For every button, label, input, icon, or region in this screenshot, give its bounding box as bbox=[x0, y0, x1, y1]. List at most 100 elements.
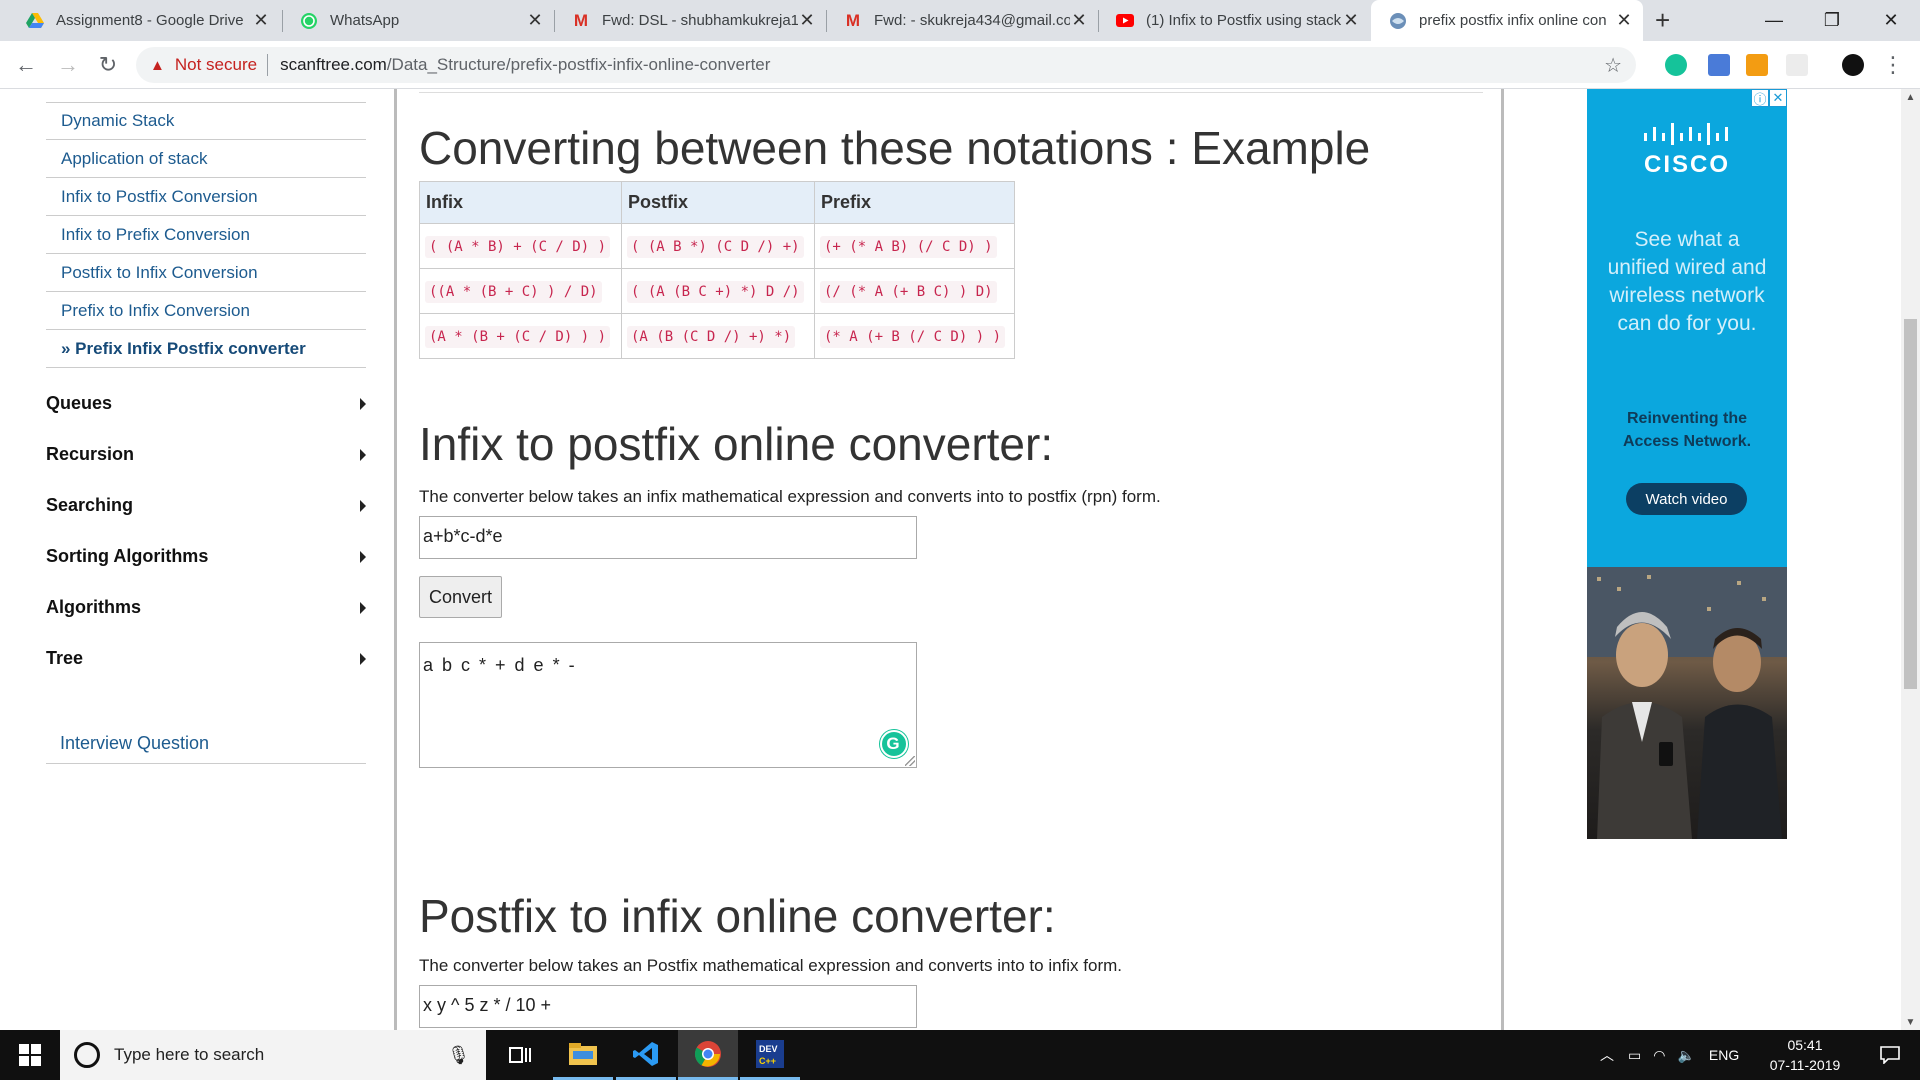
close-tab-icon[interactable]: ✕ bbox=[526, 10, 544, 31]
picker-extension-icon[interactable] bbox=[1708, 54, 1730, 76]
sidebar-item-dynamic-stack[interactable]: Dynamic Stack bbox=[46, 102, 366, 140]
tab-google-drive[interactable]: Assignment8 - Google Drive ✕ bbox=[8, 0, 280, 41]
volume-icon[interactable]: 🔈 bbox=[1677, 1047, 1694, 1064]
taskbar-search-placeholder: Type here to search bbox=[114, 1045, 265, 1064]
minimize-icon[interactable]: — bbox=[1745, 0, 1803, 41]
notation-table: Infix Postfix Prefix ( (A * B) + (C / D)… bbox=[419, 181, 1015, 359]
chrome-icon[interactable] bbox=[678, 1030, 738, 1080]
sidebar-menu-searching[interactable]: Searching bbox=[46, 480, 366, 531]
main-content: Converting between these notations : Exa… bbox=[394, 89, 1504, 1030]
ad-copy: See what a unified wired and wireless ne… bbox=[1587, 226, 1787, 338]
new-tab-icon[interactable]: + bbox=[1655, 5, 1670, 36]
sidebar-interview-question[interactable]: Interview Question bbox=[46, 724, 366, 764]
sidebar-item-infix-to-postfix[interactable]: Infix to Postfix Conversion bbox=[46, 178, 366, 216]
page-scrollbar[interactable]: ▲ ▼ bbox=[1901, 89, 1920, 1030]
notifications-icon[interactable] bbox=[1860, 1030, 1920, 1080]
battery-icon[interactable]: ▭ bbox=[1628, 1047, 1641, 1064]
wifi-icon[interactable]: ◠ bbox=[1653, 1047, 1665, 1064]
menu-kebab-icon[interactable]: ⋮ bbox=[1877, 49, 1909, 81]
windows-taskbar: Type here to search 🎙 DEV C++ ︿ ▭ ◠ 🔈 ENG… bbox=[0, 1030, 1920, 1080]
back-icon[interactable]: ← bbox=[10, 49, 42, 81]
language-indicator[interactable]: ENG bbox=[1709, 1047, 1739, 1063]
scroll-up-icon[interactable]: ▲ bbox=[1901, 89, 1920, 105]
browser-toolbar: ← → ↻ ▲ Not secure scanftree.com/Data_St… bbox=[0, 41, 1920, 89]
sidebar-menu-algorithms[interactable]: Algorithms bbox=[46, 582, 366, 633]
resize-handle-icon[interactable] bbox=[905, 756, 915, 766]
system-tray: ︿ ▭ ◠ 🔈 ENG bbox=[1600, 1030, 1739, 1080]
microphone-icon[interactable]: 🎙 bbox=[447, 1045, 470, 1066]
postfix-output-textarea[interactable]: a b c * + d e * - G bbox=[419, 642, 917, 768]
devcpp-icon[interactable]: DEV C++ bbox=[740, 1030, 800, 1080]
table-cell: (/ (* A (+ B C) ) D) bbox=[814, 268, 1015, 314]
caret-right-icon bbox=[360, 449, 366, 461]
youtube-icon bbox=[1116, 12, 1134, 30]
menu-label: Sorting Algorithms bbox=[46, 546, 209, 566]
sidebar-item-postfix-to-infix[interactable]: Postfix to Infix Conversion bbox=[46, 254, 366, 292]
sidebar-item-infix-to-prefix[interactable]: Infix to Prefix Conversion bbox=[46, 216, 366, 254]
windows-start-icon[interactable] bbox=[0, 1030, 60, 1080]
infix-expression-input[interactable]: a+b*c-d*e bbox=[419, 516, 917, 559]
ad-info-icon[interactable]: ⓘ bbox=[1751, 89, 1769, 107]
tab-gmail-fwd[interactable]: M Fwd: - skukreja434@gmail.co ✕ bbox=[826, 0, 1098, 41]
profile-avatar[interactable] bbox=[1842, 54, 1864, 76]
address-bar[interactable]: ▲ Not secure scanftree.com/Data_Structur… bbox=[136, 47, 1636, 83]
postfix-expression-input[interactable]: x y ^ 5 z * / 10 + bbox=[419, 985, 917, 1028]
sidebar-menu-queues[interactable]: Queues bbox=[46, 378, 366, 429]
ad-tagline-line: Access Network. bbox=[1622, 433, 1752, 450]
menu-label: Tree bbox=[46, 648, 84, 668]
ad-close-icon[interactable]: ✕ bbox=[1769, 89, 1787, 107]
ad-choices[interactable]: ⓘ ✕ bbox=[1751, 89, 1787, 107]
scrollbar-thumb[interactable] bbox=[1904, 319, 1917, 689]
tab-whatsapp[interactable]: WhatsApp ✕ bbox=[282, 0, 554, 41]
postfix-output-text: a b c * + d e * - bbox=[423, 655, 577, 675]
menu-label: Algorithms bbox=[46, 597, 142, 617]
taskbar-clock[interactable]: 05:41 07-11-2019 bbox=[1760, 1035, 1850, 1075]
sidebar-item-converter-current[interactable]: » Prefix Infix Postfix converter bbox=[46, 330, 366, 368]
businessmen-photo-icon bbox=[1587, 567, 1787, 839]
shield-extension-icon[interactable] bbox=[1746, 54, 1768, 76]
close-tab-icon[interactable]: ✕ bbox=[1342, 10, 1360, 31]
close-window-icon[interactable]: ✕ bbox=[1862, 0, 1920, 41]
caret-right-icon bbox=[360, 653, 366, 665]
sidebar-menu-tree[interactable]: Tree bbox=[46, 633, 366, 684]
grammarly-icon[interactable]: G bbox=[880, 730, 908, 758]
close-tab-icon[interactable]: ✕ bbox=[252, 10, 270, 31]
postfix-to-infix-heading: Postfix to infix online converter: bbox=[419, 890, 1056, 942]
sidebar-menu-recursion[interactable]: Recursion bbox=[46, 429, 366, 480]
table-cell: (+ (* A B) (/ C D) ) bbox=[814, 223, 1015, 269]
tab-youtube[interactable]: (1) Infix to Postfix using stack ✕ bbox=[1098, 0, 1370, 41]
tab-gmail-dsl[interactable]: M Fwd: DSL - shubhamkukreja1 ✕ bbox=[554, 0, 826, 41]
svg-text:C++: C++ bbox=[759, 1056, 776, 1066]
tab-converter-active[interactable]: prefix postfix infix online con ✕ bbox=[1371, 0, 1643, 41]
task-view-icon[interactable] bbox=[490, 1030, 550, 1080]
forward-icon[interactable]: → bbox=[52, 49, 84, 81]
infix-to-postfix-description: The converter below takes an infix mathe… bbox=[419, 487, 1161, 506]
grammarly-extension-icon[interactable] bbox=[1665, 54, 1687, 76]
extension-icon[interactable] bbox=[1786, 54, 1808, 76]
chevron-up-icon[interactable]: ︿ bbox=[1600, 1045, 1614, 1065]
sidebar-item-prefix-to-infix[interactable]: Prefix to Infix Conversion bbox=[46, 292, 366, 330]
table-row: ( (A * B) + (C / D) ) ( (A B *) (C D /) … bbox=[419, 223, 1015, 269]
security-label[interactable]: Not secure bbox=[175, 55, 257, 75]
bookmark-star-icon[interactable]: ☆ bbox=[1604, 53, 1622, 78]
reload-icon[interactable]: ↻ bbox=[92, 49, 124, 81]
sidebar-menu-sorting[interactable]: Sorting Algorithms bbox=[46, 531, 366, 582]
vscode-icon[interactable] bbox=[616, 1030, 676, 1080]
address-divider bbox=[267, 54, 269, 76]
ad-tagline: Reinventing the Access Network. bbox=[1587, 407, 1787, 453]
file-explorer-icon[interactable] bbox=[553, 1030, 613, 1080]
close-tab-icon[interactable]: ✕ bbox=[1615, 10, 1633, 31]
watch-video-button[interactable]: Watch video bbox=[1626, 483, 1747, 515]
close-tab-icon[interactable]: ✕ bbox=[1070, 10, 1088, 31]
taskbar-search-box[interactable]: Type here to search 🎙 bbox=[60, 1030, 486, 1080]
menu-label: Searching bbox=[46, 495, 134, 515]
convert-button[interactable]: Convert bbox=[419, 576, 502, 618]
browser-tab-strip: Assignment8 - Google Drive ✕ WhatsApp ✕ … bbox=[0, 0, 1920, 41]
maximize-icon[interactable]: ❐ bbox=[1803, 0, 1861, 41]
close-tab-icon[interactable]: ✕ bbox=[798, 10, 816, 31]
sidebar-item-application-of-stack[interactable]: Application of stack bbox=[46, 140, 366, 178]
caret-right-icon bbox=[360, 602, 366, 614]
scroll-down-icon[interactable]: ▼ bbox=[1901, 1014, 1920, 1030]
advertisement[interactable]: ⓘ ✕ CISCO See what a unified wired and w… bbox=[1587, 89, 1787, 839]
